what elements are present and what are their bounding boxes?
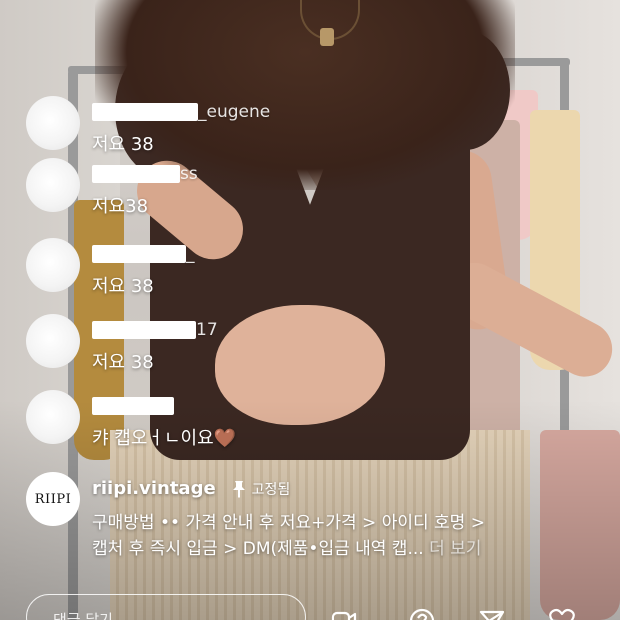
comment-body: 캬 캡오ㅓㄴ이요🤎 [92, 396, 236, 450]
comment-username-text: _eugene [198, 102, 271, 122]
redaction-mark [92, 397, 174, 415]
comment-body: 17 저요 38 [92, 320, 218, 374]
comment-text: 저요38 [92, 196, 149, 217]
pin-icon [232, 480, 245, 498]
redaction-mark [92, 103, 198, 121]
comment-username[interactable] [92, 396, 236, 418]
comment-placeholder: 댓글 달기... [53, 611, 128, 620]
comment-username-text: ss [180, 164, 198, 184]
heart-icon[interactable] [548, 606, 576, 620]
see-more-link[interactable]: 더 보기 [429, 539, 481, 559]
redaction-mark [92, 321, 196, 339]
shop-logo-avatar[interactable]: RIIPI [26, 472, 80, 526]
comment-username-text: _ [186, 244, 195, 264]
comment-text: 저요 38 [92, 276, 154, 297]
avatar[interactable] [26, 390, 80, 444]
comment-item: _ 저요 38 [26, 238, 195, 298]
redaction-mark [92, 165, 180, 183]
comment-body: _eugene 저요 38 [92, 102, 270, 156]
comment-username[interactable]: _ [92, 244, 195, 266]
bottom-bar: 댓글 달기... [0, 592, 620, 620]
comment-input[interactable]: 댓글 달기... [26, 594, 306, 620]
comment-text: 캬 캡오ㅓㄴ이요🤎 [92, 428, 237, 449]
comment-body: ss 저요38 [92, 164, 198, 218]
pendant [320, 28, 334, 46]
comment-username[interactable]: ss [92, 164, 198, 186]
pinned-text: 캡처 후 즉시 입금 > DM(제품•입금 내역 캡... [92, 539, 424, 559]
comment-body: _ 저요 38 [92, 244, 195, 298]
comment-item: _eugene 저요 38 [26, 96, 270, 156]
comment-username[interactable]: 17 [92, 320, 218, 342]
comment-username[interactable]: _eugene [92, 102, 270, 124]
pinned-text-line-2: 캡처 후 즉시 입금 > DM(제품•입금 내역 캡... 더 보기 [92, 534, 481, 559]
comment-item: ss 저요38 [26, 158, 198, 218]
live-video-stage: _eugene 저요 38 ss 저요38 _ 저요 38 17 저요 38 캬… [0, 0, 620, 620]
avatar[interactable] [26, 314, 80, 368]
avatar[interactable] [26, 238, 80, 292]
redaction-mark [92, 245, 186, 263]
comment-text: 저요 38 [92, 134, 154, 155]
pinned-header: riipi.vintage 고정됨 [92, 478, 290, 499]
avatar[interactable] [26, 96, 80, 150]
comment-item: 17 저요 38 [26, 314, 218, 374]
send-icon[interactable] [478, 606, 506, 620]
pinned-username[interactable]: riipi.vintage [92, 478, 216, 499]
comment-username-text: 17 [196, 320, 218, 340]
pinned-text-line: 구매방법 •• 가격 안내 후 저요+가격 > 아이디 호명 > [92, 513, 485, 533]
comment-item: 캬 캡오ㅓㄴ이요🤎 [26, 390, 236, 450]
question-icon[interactable] [408, 606, 436, 620]
avatar[interactable] [26, 158, 80, 212]
pinned-label: 고정됨 [251, 481, 291, 498]
comment-text: 저요 38 [92, 352, 154, 373]
add-video-icon[interactable] [330, 606, 358, 620]
